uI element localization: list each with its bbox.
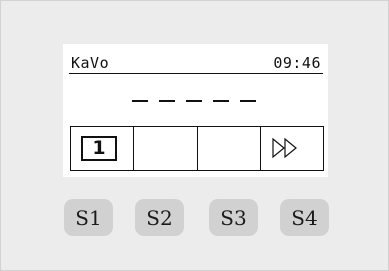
s2-button[interactable]: S2	[135, 199, 184, 236]
lcd-brand-label: KaVo	[71, 54, 110, 72]
softkey-2	[134, 127, 198, 170]
lcd-header-divider	[69, 73, 323, 74]
entry-dash	[132, 100, 148, 102]
lcd-clock: 09:46	[273, 54, 321, 72]
s1-button[interactable]: S1	[64, 199, 113, 236]
softkey-bar: 1	[70, 126, 324, 171]
softkey-4	[261, 127, 323, 170]
entry-dash	[159, 100, 175, 102]
lcd-display: KaVo 09:46 1	[63, 44, 328, 177]
entry-dash	[186, 100, 202, 102]
control-panel: KaVo 09:46 1 S1 S2 S3 S4	[0, 0, 389, 271]
entry-dash	[213, 100, 229, 102]
entry-dash	[240, 100, 256, 102]
s4-button[interactable]: S4	[280, 199, 329, 236]
fast-forward-outline-icon	[271, 137, 301, 163]
entry-placeholder	[132, 100, 262, 106]
program-number-badge: 1	[81, 136, 117, 161]
softkey-1: 1	[71, 127, 135, 170]
softkey-3	[198, 127, 261, 170]
s3-button[interactable]: S3	[209, 199, 258, 236]
